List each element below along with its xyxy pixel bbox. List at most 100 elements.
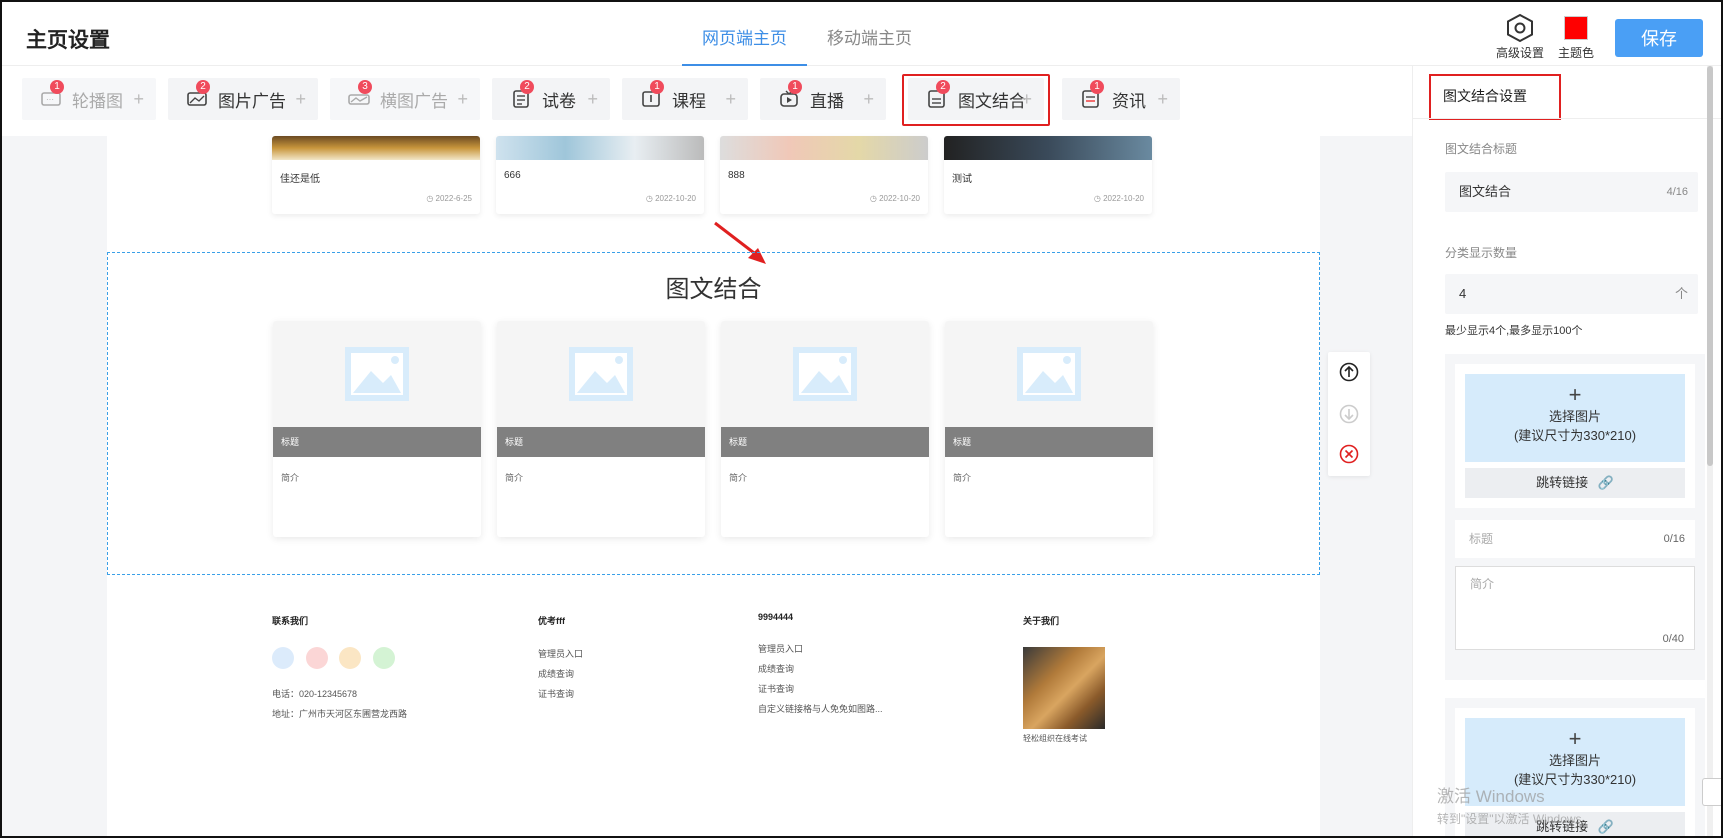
tab-web-home[interactable]: 网页端主页 <box>682 2 807 66</box>
news-card[interactable]: 佳还是低 ◷ 2022-6-25 <box>272 136 480 214</box>
live-icon: 1 <box>778 80 802 108</box>
upload-size-hint: (建议尺寸为330*210) <box>1513 428 1637 443</box>
footer-link[interactable]: 管理员入口 <box>758 642 883 655</box>
footer-heading: 关于我们 <box>1023 616 1060 626</box>
move-up-icon[interactable] <box>1339 362 1359 382</box>
rss-icon[interactable] <box>339 647 362 669</box>
upload-label: 选择图片 <box>1548 753 1601 768</box>
component-label: 轮播图 <box>72 91 123 111</box>
card-desc: 简介 <box>281 473 300 483</box>
badge: 1 <box>1090 80 1104 94</box>
plus-icon[interactable]: + <box>295 89 306 110</box>
news-card[interactable]: 测试 ◷ 2022-10-20 <box>944 136 1152 214</box>
component-label: 试卷 <box>542 91 576 111</box>
delete-icon[interactable] <box>1339 444 1359 464</box>
component-course[interactable]: 1 课程 + <box>622 78 748 120</box>
news-date: ◷ 2022-10-20 <box>1093 194 1144 203</box>
highlight-box <box>1429 74 1561 120</box>
image-text-card[interactable]: 标题 简介 <box>273 321 481 537</box>
hexagon-settings-icon <box>1507 13 1533 43</box>
component-live[interactable]: 1 直播 + <box>760 78 886 120</box>
component-image-ad[interactable]: 2 图片广告 + <box>168 78 318 120</box>
component-label: 直播 <box>810 91 844 111</box>
tab-mobile-home[interactable]: 移动端主页 <box>807 2 932 66</box>
badge: 2 <box>520 80 534 94</box>
footer-link[interactable]: 成绩查询 <box>758 662 883 675</box>
qq-icon[interactable] <box>272 647 294 669</box>
chat-icon[interactable] <box>1702 778 1721 806</box>
news-card[interactable]: 888 ◷ 2022-10-20 <box>720 136 928 214</box>
news-thumbnail <box>720 136 928 160</box>
plus-icon: + <box>1568 726 1582 751</box>
plus-icon[interactable]: + <box>457 89 468 110</box>
image-text-icon: 2 <box>926 80 950 108</box>
page-tabs: 网页端主页 移动端主页 <box>682 2 932 66</box>
plus-icon[interactable]: + <box>863 89 874 110</box>
jump-link-button[interactable]: 跳转链接 🔗 <box>1465 468 1685 498</box>
save-button[interactable]: 保存 <box>1615 19 1703 57</box>
footer-link[interactable]: 自定义链接格与人免免如图路... <box>758 702 883 715</box>
app-window: 主页设置 网页端主页 移动端主页 高级设置 主题色 保存 ···1 轮播图 + <box>0 0 1723 838</box>
move-down-icon[interactable] <box>1339 404 1359 424</box>
plus-icon: + <box>1568 382 1582 407</box>
footer-link[interactable]: 管理员入口 <box>538 647 583 660</box>
weibo-icon[interactable] <box>305 647 328 669</box>
component-news[interactable]: 1 资讯 + <box>1062 78 1180 120</box>
count-unit: 个 <box>1674 286 1688 301</box>
card-desc: 简介 <box>505 473 524 483</box>
component-exam[interactable]: 2 试卷 + <box>492 78 610 120</box>
component-banner-ad[interactable]: 3 横图广告 + <box>330 78 480 120</box>
image-text-card[interactable]: 标题 简介 <box>721 321 929 537</box>
svg-text:···: ··· <box>46 95 54 104</box>
news-title: 测试 <box>952 174 972 185</box>
footer-heading: 优考fff <box>538 616 565 626</box>
item-desc-placeholder: 简介 <box>1470 577 1495 591</box>
badge: 1 <box>650 80 664 94</box>
count-input[interactable]: 4 个 <box>1445 274 1698 314</box>
advanced-settings-button[interactable]: 高级设置 <box>1496 12 1544 61</box>
image-text-card[interactable]: 标题 简介 <box>497 321 705 537</box>
wechat-icon[interactable] <box>372 647 395 669</box>
badge: 2 <box>196 80 210 94</box>
component-label: 图片广告 <box>218 91 286 111</box>
count-input-value: 4 <box>1459 286 1467 301</box>
component-carousel[interactable]: ··· 1 轮播图 + <box>22 78 156 120</box>
carousel-icon: ··· 1 <box>40 80 64 108</box>
plus-icon[interactable]: + <box>1021 89 1032 110</box>
card-title-bar: 标题 <box>497 427 705 457</box>
title-input[interactable]: 图文结合 4/16 <box>1445 172 1698 212</box>
image-ad-icon: 2 <box>186 80 210 108</box>
scrollbar[interactable] <box>1707 66 1713 836</box>
char-count: 0/16 <box>1663 533 1685 545</box>
item-title-input[interactable]: 标题 0/16 <box>1455 520 1695 558</box>
footer-link[interactable]: 证书查询 <box>758 682 883 695</box>
badge: 3 <box>358 80 372 94</box>
scroll-thumb[interactable] <box>1707 66 1713 466</box>
plus-icon[interactable]: + <box>725 89 736 110</box>
footer-col-2: 优考fff 管理员入口 成绩查询 证书查询 <box>538 614 583 707</box>
plus-icon[interactable]: + <box>133 89 144 110</box>
footer-link[interactable]: 成绩查询 <box>538 667 583 680</box>
count-hint: 最少显示4个,最多显示100个 <box>1445 325 1583 337</box>
theme-color-swatch <box>1564 16 1588 40</box>
news-thumbnail <box>496 136 704 160</box>
card-desc: 简介 <box>729 473 748 483</box>
plus-icon[interactable]: + <box>587 89 598 110</box>
settings-panel: 图文结合设置 图文结合标题 图文结合 4/16 分类显示数量 4 个 最少显示4… <box>1412 66 1721 836</box>
theme-color-button[interactable]: 主题色 <box>1558 12 1594 61</box>
component-image-text[interactable]: 2 图文结合 + <box>908 78 1044 120</box>
image-text-card[interactable]: 标题 简介 <box>945 321 1153 537</box>
news-card[interactable]: 666 ◷ 2022-10-20 <box>496 136 704 214</box>
footer-link[interactable]: 证书查询 <box>538 687 583 700</box>
card-title-bar: 标题 <box>273 427 481 457</box>
image-text-block[interactable]: 图文结合 标题 简介 标题 简介 标题 简介 标题 简介 <box>107 252 1320 575</box>
item-desc-textarea[interactable]: 简介 0/40 <box>1455 566 1695 650</box>
upload-image-button[interactable]: + 选择图片 (建议尺寸为330*210) <box>1465 374 1685 462</box>
plus-icon[interactable]: + <box>1157 89 1168 110</box>
link-icon: 🔗 <box>1597 475 1614 490</box>
banner-ad-icon: 3 <box>348 80 372 108</box>
about-caption: 轻松组织在线考试 <box>1023 734 1087 743</box>
component-label: 资讯 <box>1112 91 1146 111</box>
block-controls <box>1328 352 1370 476</box>
advanced-settings-label: 高级设置 <box>1496 46 1545 60</box>
